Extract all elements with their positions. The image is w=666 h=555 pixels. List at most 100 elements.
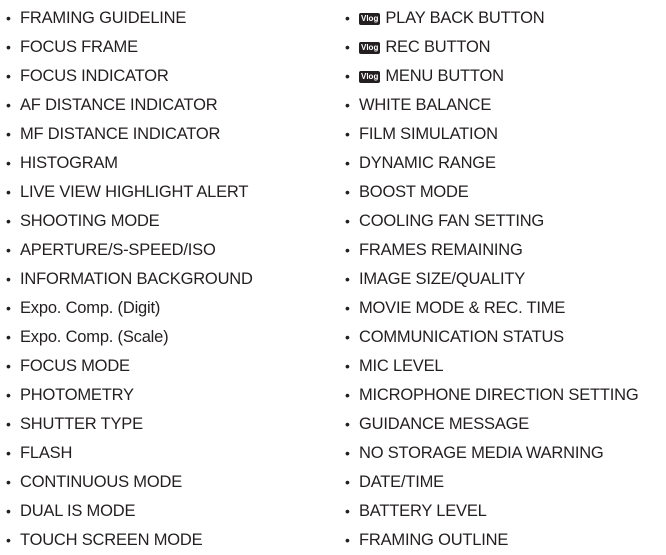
list-item: • DATE/TIME <box>345 468 666 497</box>
bullet-icon: • <box>6 126 11 142</box>
bullet-icon: • <box>345 39 350 55</box>
list-item-label: DATE/TIME <box>359 473 444 491</box>
bullet-icon: • <box>345 184 350 200</box>
list-item-label: CONTINUOUS MODE <box>20 473 183 491</box>
bullet-icon: • <box>345 358 350 374</box>
list-item-label: Expo. Comp. (Digit) <box>20 299 161 317</box>
list-item-label: PLAY BACK BUTTON <box>385 9 545 27</box>
list-item-label: TOUCH SCREEN MODE <box>20 531 203 549</box>
list-item-label: MOVIE MODE & REC. TIME <box>359 299 566 317</box>
bullet-icon: • <box>345 242 350 258</box>
list-item-label: FRAMING OUTLINE <box>359 531 509 549</box>
list-item: • FRAMES REMAINING <box>345 236 666 265</box>
list-item-label: BOOST MODE <box>359 183 469 201</box>
list-item-label: BATTERY LEVEL <box>359 502 487 520</box>
bullet-icon: • <box>345 271 350 287</box>
list-item: • FRAMING GUIDELINE <box>6 4 336 33</box>
list-item: • GUIDANCE MESSAGE <box>345 410 666 439</box>
right-item-list: • Vlog PLAY BACK BUTTON • Vlog REC BUTTON • Vlo… <box>345 4 666 555</box>
list-item-label: LIVE VIEW HIGHLIGHT ALERT <box>20 183 249 201</box>
bullet-icon: • <box>345 503 350 519</box>
left-item-list: • FRAMING GUIDELINE • FOCUS FRAME • FOCUS IND… <box>6 4 336 555</box>
list-item: • Expo. Comp. (Digit) <box>6 294 336 323</box>
bullet-icon: • <box>345 300 350 316</box>
list-item: • Vlog MENU BUTTON <box>345 62 666 91</box>
list-item: • FOCUS MODE <box>6 352 336 381</box>
bullet-icon: • <box>6 10 11 26</box>
bullet-icon: • <box>6 213 11 229</box>
bullet-icon: • <box>345 155 350 171</box>
list-item-label: WHITE BALANCE <box>359 96 492 114</box>
list-item-label: AF DISTANCE INDICATOR <box>20 96 218 114</box>
bullet-icon: • <box>6 300 11 316</box>
list-item: • COMMUNICATION STATUS <box>345 323 666 352</box>
bullet-icon: • <box>345 97 350 113</box>
list-item-label: MIC LEVEL <box>359 357 444 375</box>
list-item-label: FOCUS INDICATOR <box>20 67 169 85</box>
bullet-icon: • <box>345 213 350 229</box>
bullet-icon: • <box>6 68 11 84</box>
list-item-label: DYNAMIC RANGE <box>359 154 496 172</box>
list-item: • FOCUS INDICATOR <box>6 62 336 91</box>
list-item-label: FRAMING GUIDELINE <box>20 9 187 27</box>
list-item: • BOOST MODE <box>345 178 666 207</box>
bullet-icon: • <box>345 445 350 461</box>
bullet-icon: • <box>6 329 11 345</box>
vlog-icon: Vlog <box>359 70 381 83</box>
bullet-icon: • <box>345 387 350 403</box>
bullet-icon: • <box>6 387 11 403</box>
bullet-icon: • <box>6 242 11 258</box>
vlog-icon: Vlog <box>359 41 381 54</box>
bullet-icon: • <box>6 97 11 113</box>
bullet-icon: • <box>6 503 11 519</box>
list-item: • MIC LEVEL <box>345 352 666 381</box>
list-item-label: Expo. Comp. (Scale) <box>20 328 169 346</box>
bullet-icon: • <box>345 329 350 345</box>
bullet-icon: • <box>6 416 11 432</box>
list-item-label: SHUTTER TYPE <box>20 415 143 433</box>
bullet-icon: • <box>6 358 11 374</box>
list-item-label: MF DISTANCE INDICATOR <box>20 125 221 143</box>
list-item: • MICROPHONE DIRECTION SETTING <box>345 381 666 410</box>
list-item: • FOCUS FRAME <box>6 33 336 62</box>
list-item-label: FLASH <box>20 444 73 462</box>
list-item: • LIVE VIEW HIGHLIGHT ALERT <box>6 178 336 207</box>
list-item-label: APERTURE/S-SPEED/ISO <box>20 241 216 259</box>
bullet-icon: • <box>6 271 11 287</box>
list-item-label: MENU BUTTON <box>385 67 504 85</box>
list-item: • MOVIE MODE & REC. TIME <box>345 294 666 323</box>
list-item: • DUAL IS MODE <box>6 497 336 526</box>
list-item: • DYNAMIC RANGE <box>345 149 666 178</box>
list-item: • INFORMATION BACKGROUND <box>6 265 336 294</box>
list-item-label: MICROPHONE DIRECTION SETTING <box>359 386 639 404</box>
bullet-icon: • <box>6 155 11 171</box>
bullet-icon: • <box>6 184 11 200</box>
list-item: • SHUTTER TYPE <box>6 410 336 439</box>
list-item: • IMAGE SIZE/QUALITY <box>345 265 666 294</box>
list-item-label: COMMUNICATION STATUS <box>359 328 564 346</box>
list-item-label: SHOOTING MODE <box>20 212 160 230</box>
bullet-icon: • <box>345 416 350 432</box>
vlog-icon: Vlog <box>359 12 381 25</box>
list-item: • NO STORAGE MEDIA WARNING <box>345 439 666 468</box>
list-item-label: GUIDANCE MESSAGE <box>359 415 530 433</box>
list-item-label: COOLING FAN SETTING <box>359 212 545 230</box>
list-item-label: REC BUTTON <box>385 38 491 56</box>
list-item: • BATTERY LEVEL <box>345 497 666 526</box>
list-item: • AF DISTANCE INDICATOR <box>6 91 336 120</box>
list-item: • COOLING FAN SETTING <box>345 207 666 236</box>
bullet-icon: • <box>345 68 350 84</box>
bullet-icon: • <box>345 532 350 548</box>
list-item-label: IMAGE SIZE/QUALITY <box>359 270 526 288</box>
list-item-label: FOCUS FRAME <box>20 38 138 56</box>
list-item: • WHITE BALANCE <box>345 91 666 120</box>
list-item: • Vlog PLAY BACK BUTTON <box>345 4 666 33</box>
list-item: • APERTURE/S-SPEED/ISO <box>6 236 336 265</box>
bullet-icon: • <box>345 126 350 142</box>
list-item: • FRAMING OUTLINE <box>345 526 666 555</box>
list-item-label: FOCUS MODE <box>20 357 130 375</box>
bullet-icon: • <box>6 532 11 548</box>
list-item: • MF DISTANCE INDICATOR <box>6 120 336 149</box>
list-item: • CONTINUOUS MODE <box>6 468 336 497</box>
list-item-label: FILM SIMULATION <box>359 125 498 143</box>
